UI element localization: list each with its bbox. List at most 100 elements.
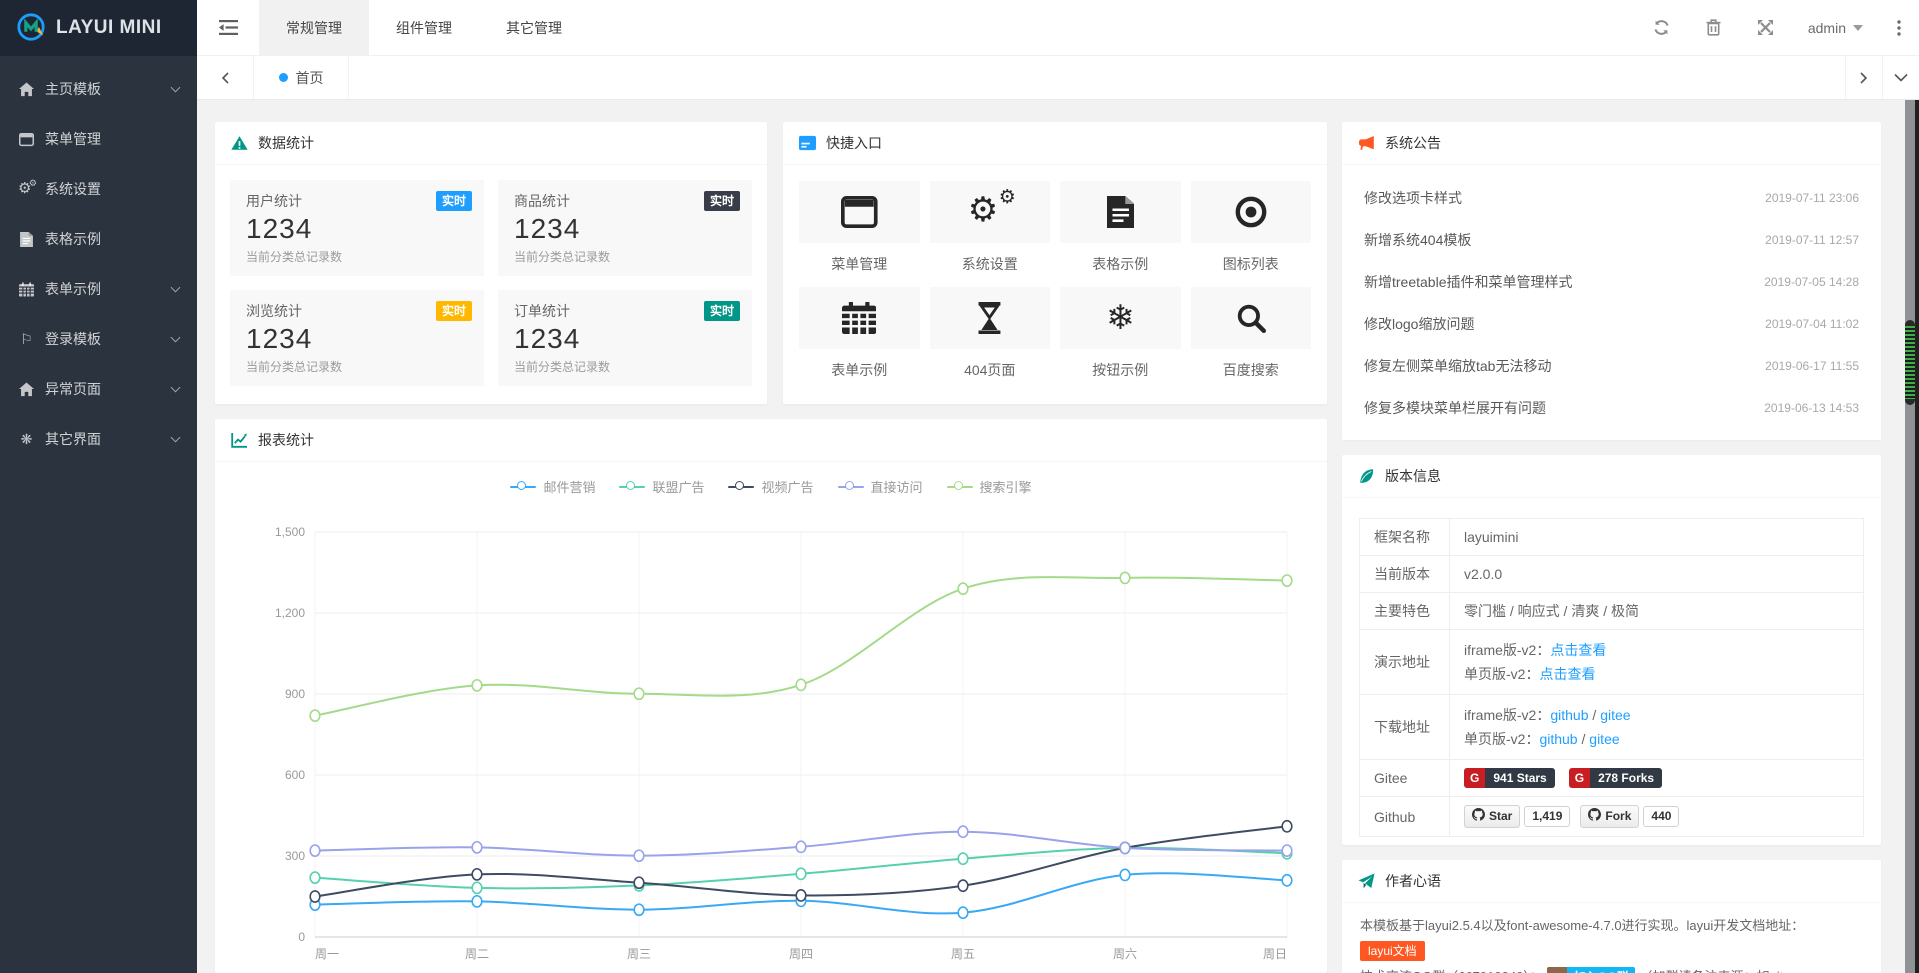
- github-star-count[interactable]: 1,419: [1524, 806, 1570, 827]
- chevron-down-icon: [171, 82, 181, 92]
- quick-entry-label: 系统设置: [930, 254, 1051, 274]
- join-qq-group-badge[interactable]: 加入QQ群: [1547, 967, 1636, 973]
- fullscreen-icon[interactable]: [1740, 0, 1792, 56]
- stat-value: 1234: [246, 323, 468, 355]
- scrollbar-track[interactable]: [1905, 100, 1915, 973]
- sidebar-item-7[interactable]: ❋其它界面: [0, 414, 197, 464]
- version-link[interactable]: 点击查看: [1550, 642, 1606, 658]
- sidebar-item-6[interactable]: 异常页面: [0, 364, 197, 414]
- quick-entry-4[interactable]: 表单示例: [799, 287, 920, 380]
- quick-entry-0[interactable]: 菜单管理: [799, 181, 920, 274]
- user-dropdown[interactable]: admin: [1792, 0, 1879, 56]
- version-link[interactable]: gitee: [1600, 707, 1630, 723]
- notice-text: 修复多模块菜单栏展开有问题: [1364, 398, 1546, 418]
- notice-date: 2019-07-05 14:28: [1764, 275, 1859, 289]
- stat-value: 1234: [514, 323, 736, 355]
- quick-entry-label: 表单示例: [799, 360, 920, 380]
- version-title: 版本信息: [1385, 466, 1441, 486]
- realtime-badge: 实时: [436, 191, 472, 211]
- file-text-icon: [18, 232, 35, 247]
- chevron-down-icon: [171, 282, 181, 292]
- legend-marker-icon: [947, 485, 973, 489]
- svg-text:0: 0: [298, 930, 305, 944]
- legend-item-1[interactable]: 联盟广告: [619, 477, 704, 496]
- legend-label: 视频广告: [761, 477, 813, 496]
- github-fork-count[interactable]: 440: [1643, 806, 1679, 827]
- quick-entry-title: 快捷入口: [826, 133, 882, 153]
- collapse-sidebar-icon[interactable]: [197, 0, 259, 56]
- sidebar-item-4[interactable]: 表单示例: [0, 264, 197, 314]
- flag-icon: ⚐: [18, 332, 35, 346]
- legend-item-3[interactable]: 直接访问: [838, 477, 923, 496]
- sidebar-item-label: 表单示例: [45, 279, 101, 299]
- sidebar-item-3[interactable]: 表格示例: [0, 214, 197, 264]
- logo-mark-icon: [16, 12, 46, 45]
- version-link[interactable]: github: [1539, 731, 1577, 747]
- github-fork-button[interactable]: Fork: [1580, 805, 1639, 828]
- quick-grid: 菜单管理⚙⚙系统设置表格示例图标列表表单示例 404页面❄按钮示例百度搜索: [783, 165, 1327, 396]
- clear-cache-trash-icon[interactable]: [1688, 0, 1740, 56]
- legend-item-2[interactable]: 视频广告: [728, 477, 813, 496]
- version-table: 框架名称layuimini当前版本v2.0.0主要特色零门槛 / 响应式 / 清…: [1359, 518, 1864, 837]
- leaf-icon: [1358, 468, 1375, 484]
- tab-scroll-left-icon[interactable]: [197, 56, 253, 100]
- asterisk-icon: ❋: [18, 432, 35, 446]
- author-card: 作者心语 本模板基于layui2.5.4以及font-awesome-4.7.0…: [1342, 860, 1881, 973]
- stat-desc: 当前分类总记录数: [246, 248, 468, 265]
- notice-item-2: 新增treetable插件和菜单管理样式2019-07-05 14:28: [1364, 261, 1859, 303]
- top-nav-tab-1[interactable]: 组件管理: [369, 0, 479, 56]
- top-nav-tab-0[interactable]: 常规管理: [259, 0, 369, 56]
- qq-badge-label: 加入QQ群: [1567, 967, 1636, 973]
- svg-text:300: 300: [285, 849, 305, 863]
- quick-entry-6[interactable]: ❄按钮示例: [1060, 287, 1181, 380]
- quick-entry-3[interactable]: 图标列表: [1191, 181, 1312, 274]
- version-row-0: 框架名称layuimini: [1360, 519, 1864, 556]
- svg-text:周四: 周四: [789, 947, 813, 961]
- app-logo[interactable]: LAYUI MINI: [0, 0, 197, 56]
- tab-home[interactable]: 首页: [253, 56, 349, 99]
- author-paragraph: 本模板基于layui2.5.4以及font-awesome-4.7.0进行实现。…: [1360, 913, 1863, 938]
- layui-doc-badge[interactable]: layui文档: [1360, 941, 1425, 961]
- window-icon: [18, 132, 35, 147]
- tab-scroll-right-icon[interactable]: [1845, 56, 1882, 100]
- version-row-4: 下载地址iframe版-v2：github / gitee单页版-v2：gith…: [1360, 695, 1864, 760]
- tab-home-label: 首页: [296, 68, 324, 88]
- more-vertical-icon[interactable]: [1879, 0, 1919, 56]
- notice-item-3: 修改logo缩放问题2019-07-04 11:02: [1364, 303, 1859, 345]
- version-link[interactable]: 点击查看: [1539, 666, 1595, 682]
- snowflake-icon: ❄: [1060, 287, 1181, 349]
- scrollbar-thumb[interactable]: [1905, 320, 1915, 405]
- version-link[interactable]: gitee: [1589, 731, 1619, 747]
- quick-entry-header: 快捷入口: [783, 122, 1327, 165]
- quick-entry-5[interactable]: 404页面: [930, 287, 1051, 380]
- version-row-6: GithubStar1,419Fork440: [1360, 797, 1864, 837]
- quick-entry-1[interactable]: ⚙⚙系统设置: [930, 181, 1051, 274]
- version-link[interactable]: github: [1550, 707, 1588, 723]
- refresh-icon[interactable]: [1636, 0, 1688, 56]
- stat-label: 商品统计: [514, 191, 736, 211]
- sidebar-item-1[interactable]: 菜单管理: [0, 114, 197, 164]
- legend-item-0[interactable]: 邮件营销: [510, 477, 595, 496]
- username: admin: [1808, 20, 1846, 36]
- caret-down-icon: [1853, 25, 1863, 31]
- legend-item-4[interactable]: 搜索引擎: [947, 477, 1032, 496]
- top-nav-tab-2[interactable]: 其它管理: [479, 0, 589, 56]
- legend-marker-icon: [728, 485, 754, 489]
- gitee-badge[interactable]: G278 Forks: [1569, 768, 1662, 788]
- author-title: 作者心语: [1385, 871, 1441, 891]
- tab-operations-dropdown-icon[interactable]: [1882, 56, 1919, 100]
- notice-text: 修复左侧菜单缩放tab无法移动: [1364, 356, 1551, 376]
- calendar-icon: [799, 287, 920, 349]
- sidebar-item-5[interactable]: ⚐登录模板: [0, 314, 197, 364]
- github-star-button[interactable]: Star: [1464, 805, 1520, 828]
- sidebar-item-2[interactable]: ⚙⚙系统设置: [0, 164, 197, 214]
- scrollbar-edge: [1915, 100, 1919, 973]
- realtime-badge: 实时: [704, 301, 740, 321]
- quick-entry-2[interactable]: 表格示例: [1060, 181, 1181, 274]
- sidebar-item-0[interactable]: 主页模板: [0, 64, 197, 114]
- logo-text: LAYUI MINI: [56, 17, 162, 39]
- stat-desc: 当前分类总记录数: [514, 248, 736, 265]
- gitee-badge[interactable]: G941 Stars: [1464, 768, 1555, 788]
- main-content: 数据统计 用户统计1234当前分类总记录数实时商品统计1234当前分类总记录数实…: [197, 100, 1905, 973]
- quick-entry-7[interactable]: 百度搜索: [1191, 287, 1312, 380]
